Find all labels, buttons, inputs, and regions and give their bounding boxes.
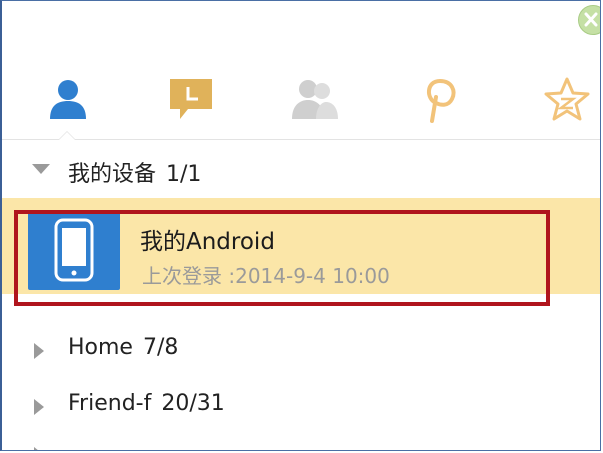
group-header-home[interactable]: Home 7/8 — [2, 323, 600, 379]
group-header-my-devices[interactable]: 我的设备 1/1 — [2, 140, 600, 198]
chevron-right-icon — [34, 447, 38, 450]
device-last-login: 上次登录 :2014-9-4 10:00 — [142, 264, 390, 288]
group-count: 1/1 — [166, 162, 202, 187]
favorites-icon — [544, 77, 590, 121]
group-label: Friend-f 20/31 — [68, 391, 225, 416]
close-icon — [584, 12, 598, 27]
phone-icon — [54, 218, 94, 282]
chevron-right-icon — [34, 343, 44, 359]
group-label: 我的设备 1/1 — [68, 162, 202, 187]
tab-messages[interactable] — [148, 59, 228, 139]
chevron-down-icon — [32, 164, 50, 174]
contact-list: 我的设备 1/1 我的Android 上次登录 :2014-9-4 10:00 H… — [2, 140, 600, 450]
group-header-partial[interactable] — [2, 433, 600, 450]
group-label: Home 7/8 — [68, 335, 179, 360]
group-count: 7/8 — [142, 335, 179, 360]
title-bar — [2, 1, 600, 59]
chevron-right-icon — [34, 399, 44, 415]
group-header-friend[interactable]: Friend-f 20/31 — [2, 379, 600, 435]
close-button[interactable] — [578, 5, 600, 35]
app-window: 我的设备 1/1 我的Android 上次登录 :2014-9-4 10:00 H… — [0, 0, 601, 451]
tab-discover[interactable] — [402, 59, 482, 139]
active-tab-indicator — [58, 131, 76, 140]
main-tabs — [2, 59, 600, 140]
avatar — [28, 212, 120, 290]
tab-contacts[interactable] — [26, 59, 106, 139]
group-count: 20/31 — [161, 391, 225, 416]
device-name: 我的Android — [140, 229, 275, 255]
tab-favorites[interactable] — [524, 59, 600, 139]
tab-groups[interactable] — [270, 59, 350, 139]
discover-icon — [427, 78, 456, 123]
list-item-my-android[interactable]: 我的Android 上次登录 :2014-9-4 10:00 — [2, 198, 600, 294]
message-icon — [170, 79, 212, 119]
contacts-icon — [50, 80, 86, 119]
group-icon — [292, 80, 338, 119]
